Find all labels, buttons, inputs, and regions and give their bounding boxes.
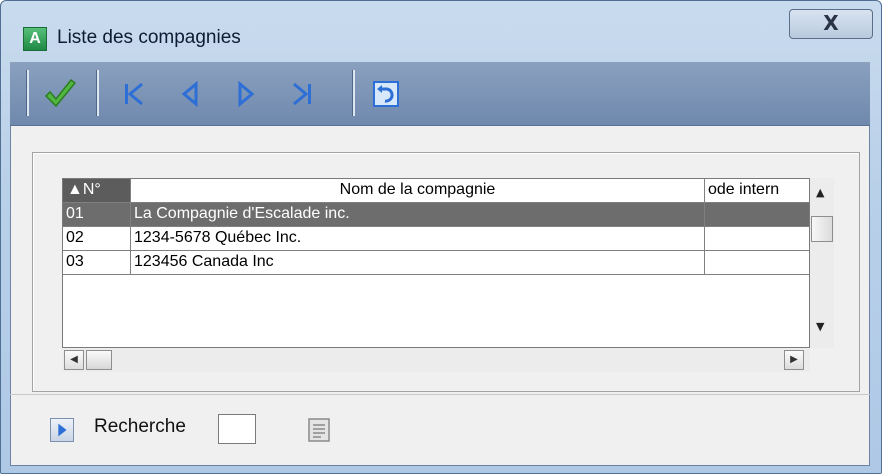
ok-button[interactable] [40,74,80,114]
cell-name: La Compagnie d'Escalade inc. [131,203,705,227]
table-row[interactable]: 02 1234-5678 Québec Inc. [63,227,809,251]
checkmark-icon [44,78,77,108]
column-header-number[interactable]: ▲N° [63,179,131,203]
previous-record-button[interactable] [170,74,210,114]
cell-name: 1234-5678 Québec Inc. [131,227,705,251]
app-icon: A [23,27,47,51]
cell-code [705,227,809,251]
table-header: ▲N° Nom de la compagnie ode intern [63,179,809,203]
scroll-up-icon[interactable]: ▲ [816,186,824,199]
cell-name: 123456 Canada Inc [131,251,705,275]
list-options-button[interactable] [306,416,332,444]
next-record-button[interactable] [226,74,266,114]
scroll-left-icon[interactable]: ◀ [64,350,84,370]
vertical-scroll-thumb[interactable] [811,216,833,242]
play-icon [58,423,67,437]
app-icon-letter: A [29,30,41,47]
search-label: Recherche [94,416,186,437]
companies-table: ▲N° Nom de la compagnie ode intern 01 La… [62,178,810,348]
horizontal-scrollbar[interactable]: ◀ ▶ [62,348,810,372]
search-run-button[interactable] [50,418,74,442]
toolbar-separator [96,70,99,116]
undo-icon [373,81,399,107]
cell-code [705,203,809,227]
column-header-code[interactable]: ode intern [705,179,809,203]
toolbar-separator [352,70,355,116]
first-record-icon [125,82,143,106]
footer-divider [10,394,870,395]
close-button[interactable]: X [789,9,873,39]
toolbar [10,62,870,126]
column-header-name[interactable]: Nom de la compagnie [131,179,705,203]
first-record-button[interactable] [114,74,154,114]
table-row[interactable]: 03 123456 Canada Inc [63,251,809,275]
cell-number: 02 [63,227,131,251]
undo-button[interactable] [366,74,406,114]
search-input[interactable] [218,414,256,444]
horizontal-scroll-thumb[interactable] [86,350,112,370]
previous-record-icon [181,80,198,108]
toolbar-separator [26,70,29,116]
title-bar[interactable]: A Liste des compagnies X [1,1,881,63]
scroll-down-icon[interactable]: ▼ [816,320,824,333]
table-row[interactable]: 01 La Compagnie d'Escalade inc. [63,203,809,227]
vertical-scrollbar[interactable]: ▲ ▼ [810,178,834,348]
cell-number: 01 [63,203,131,227]
next-record-icon [238,80,255,108]
last-record-button[interactable] [282,74,322,114]
last-record-icon [293,82,311,106]
close-icon: X [823,11,839,35]
cell-number: 03 [63,251,131,275]
cell-code [705,251,809,275]
scroll-right-icon[interactable]: ▶ [784,350,804,370]
document-list-icon [308,418,330,442]
window-title: Liste des compagnies [57,27,241,48]
